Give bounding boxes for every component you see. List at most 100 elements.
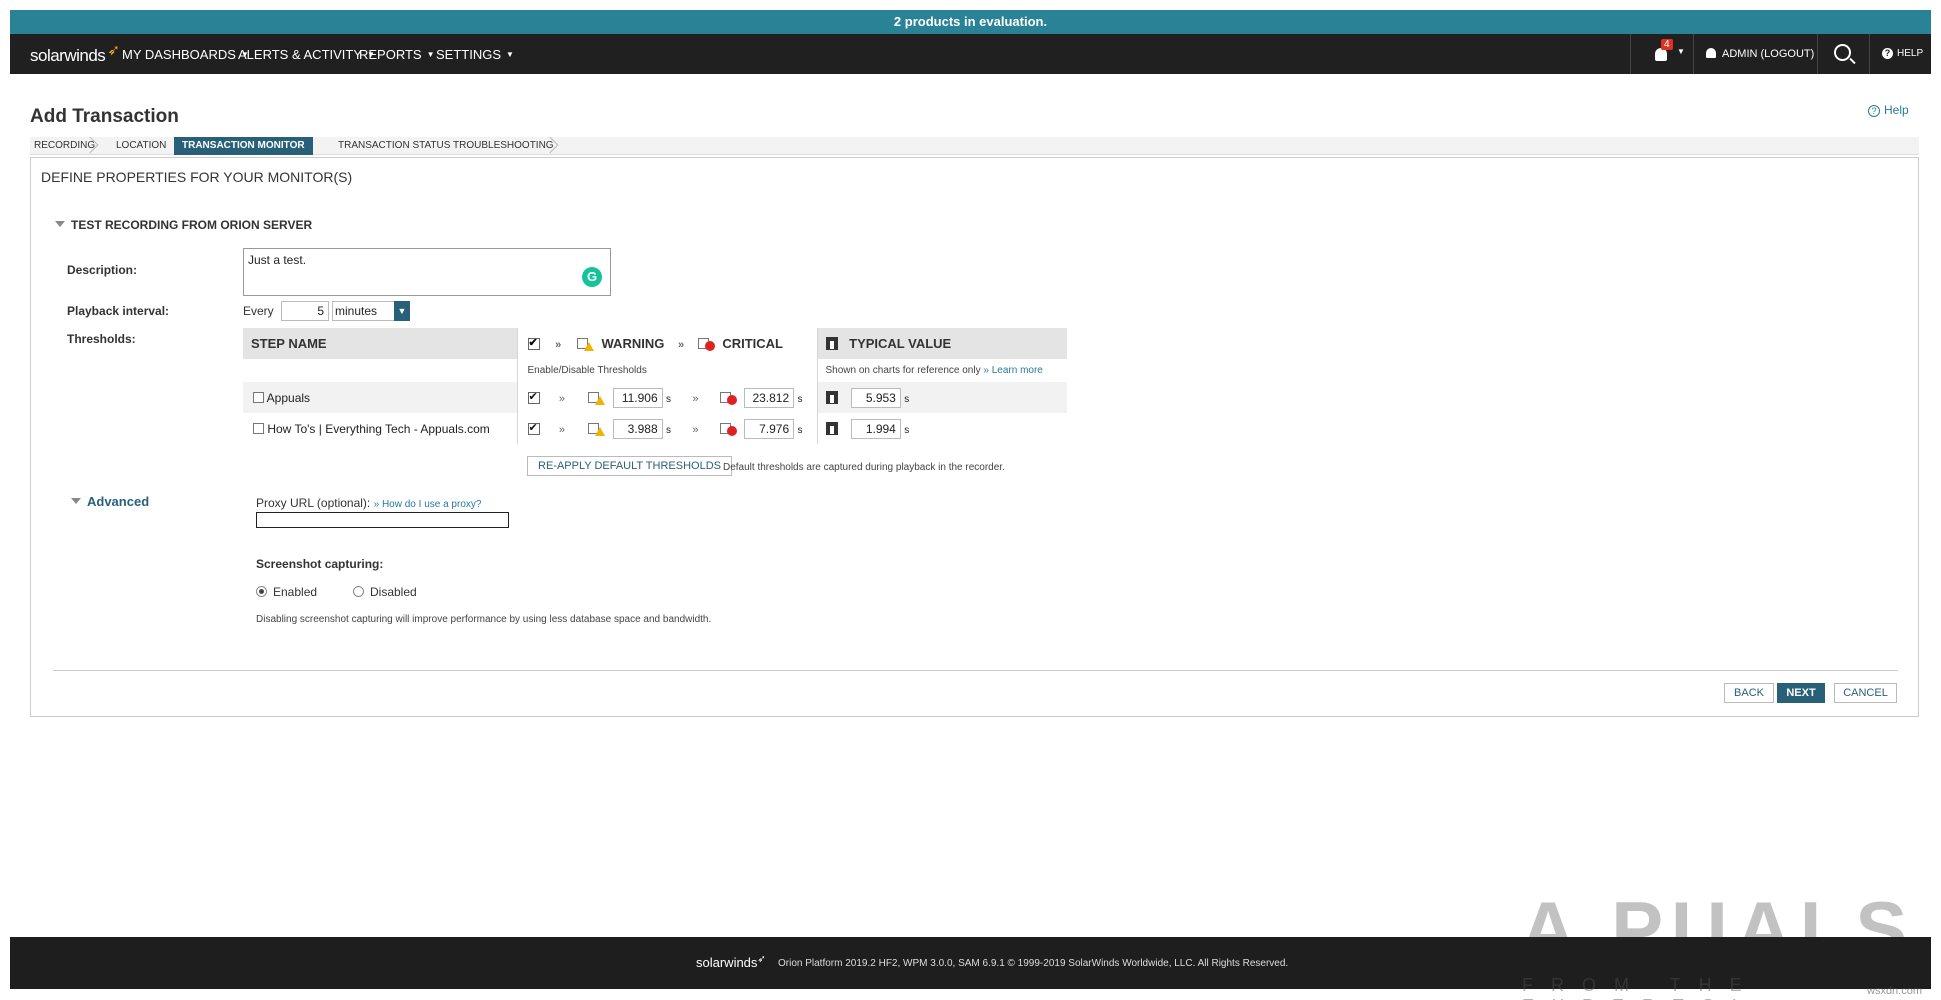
user-icon (1706, 48, 1716, 58)
every-label: Every (243, 304, 274, 318)
typical-input[interactable]: 1.994 (850, 418, 901, 439)
footer-brand: solarwinds (696, 955, 758, 970)
proxy-help-link[interactable]: » How do I use a proxy? (374, 499, 482, 510)
typical-input[interactable]: 5.953 (850, 387, 901, 408)
caret-down-icon: ▼ (506, 50, 514, 59)
search-button[interactable] (1817, 34, 1869, 74)
enable-all-checkbox[interactable] (527, 336, 540, 350)
monitor-properties-panel: DEFINE PROPERTIES FOR YOUR MONITOR(S) TE… (30, 157, 1919, 717)
step-name-cell: Appuals (243, 382, 517, 413)
logo-bird-icon: ➶ (757, 954, 766, 965)
critical-icon (726, 394, 737, 405)
help-link[interactable]: ? Help (1868, 103, 1909, 117)
reapply-thresholds-button[interactable]: RE-APPLY DEFAULT THRESHOLDS (527, 456, 732, 476)
help-label: HELP (1897, 48, 1924, 59)
admin-logout-button[interactable]: ADMIN (LOGOUT) (1693, 34, 1817, 74)
footer-copyright: Orion Platform 2019.2 HF2, WPM 3.0.0, SA… (778, 958, 1289, 969)
threshold-cell: » 11.906 s » 23.812 s (516, 382, 818, 413)
brand-text: solarwinds (30, 46, 106, 65)
warning-input[interactable]: 3.988 (612, 418, 663, 439)
critical-header: CRITICAL (722, 336, 784, 351)
group-header[interactable]: TEST RECORDING FROM ORION SERVER (55, 218, 312, 232)
typical-header-label: TYPICAL VALUE (849, 336, 952, 351)
footer-logo: solarwinds➶ (696, 954, 766, 970)
threshold-header: » WARNING » CRITICAL (516, 328, 818, 359)
radio-icon (353, 586, 364, 597)
nav-settings[interactable]: SETTINGS ▼ (436, 47, 514, 62)
interval-input[interactable]: 5 (281, 301, 329, 321)
disabled-label: Disabled (370, 585, 417, 599)
arrow-icon: » (692, 423, 699, 436)
help-button[interactable]: ? HELP (1869, 34, 1931, 74)
notification-count: 4 (1661, 39, 1673, 50)
enable-disable-note: Enable/Disable Thresholds (516, 359, 818, 382)
next-button[interactable]: NEXT (1777, 683, 1825, 703)
subheader-empty (243, 359, 517, 382)
unit-label: s (797, 393, 803, 405)
step-name: Appuals (266, 390, 311, 405)
enable-threshold-checkbox[interactable] (527, 390, 540, 404)
step-name-header: STEP NAME (243, 328, 517, 359)
question-icon: ? (1882, 48, 1893, 59)
logo-bird-icon: ➶ (107, 42, 120, 59)
critical-input[interactable]: 7.976 (744, 418, 795, 439)
typical-cell: 5.953 s (817, 382, 1067, 413)
nav-reports[interactable]: REPORTS ▼ (359, 47, 435, 62)
radio-selected-icon (256, 586, 267, 597)
critical-input[interactable]: 23.812 (744, 387, 795, 408)
cancel-button[interactable]: CANCEL (1834, 683, 1897, 703)
learn-more-link[interactable]: » Learn more (983, 365, 1042, 376)
question-icon: ? (1868, 105, 1880, 117)
proxy-url-input[interactable] (256, 512, 509, 528)
unit-label: s (904, 393, 910, 405)
warning-icon (583, 342, 594, 351)
collapse-triangle-icon (55, 221, 65, 227)
description-field[interactable]: Just a test. G (243, 248, 611, 296)
section-title: DEFINE PROPERTIES FOR YOUR MONITOR(S) (41, 169, 353, 185)
watermark-site: wsxdn.com (1867, 985, 1923, 997)
step-icon (253, 391, 264, 403)
arrow-icon: » (692, 392, 699, 405)
typical-value-icon (825, 421, 838, 435)
description-label: Description: (67, 263, 138, 277)
wizard-step-location[interactable]: LOCATION (114, 137, 166, 155)
caret-down-icon: ▼ (1677, 47, 1685, 56)
enable-threshold-checkbox[interactable] (527, 421, 540, 435)
admin-label: ADMIN (LOGOUT) (1722, 48, 1815, 60)
warning-icon (595, 395, 606, 405)
screenshot-disabled-radio[interactable]: Disabled (353, 585, 417, 599)
proxy-label-text: Proxy URL (optional): (256, 496, 371, 510)
page-title: Add Transaction (30, 106, 179, 127)
step-icon (253, 422, 264, 434)
screenshot-note: Disabling screenshot capturing will impr… (256, 614, 712, 625)
grammarly-icon[interactable]: G (582, 267, 602, 287)
wizard-step-status-troubleshooting[interactable]: TRANSACTION STATUS TROUBLESHOOTING (336, 137, 554, 155)
group-title: TEST RECORDING FROM ORION SERVER (71, 218, 313, 232)
thresholds-table: STEP NAME » WARNING » CRITICAL TYPICAL V… (243, 328, 1067, 444)
nav-alerts-activity[interactable]: ALERTS & ACTIVITY ▼ (238, 47, 375, 62)
solarwinds-logo[interactable]: solarwinds ➶ (30, 42, 120, 66)
critical-icon (726, 425, 737, 436)
description-value: Just a test. (248, 253, 307, 267)
interval-unit-select[interactable]: minutes ▼ (332, 301, 410, 321)
advanced-title: Advanced (87, 494, 150, 509)
top-navigation: solarwinds ➶ MY DASHBOARDS ▼ ALERTS & ACTI… (10, 34, 1931, 74)
unit-label: s (666, 393, 671, 405)
typical-value-icon (825, 390, 838, 404)
caret-down-icon: ▼ (426, 50, 435, 59)
arrow-icon: » (558, 392, 565, 405)
warning-input[interactable]: 11.906 (612, 387, 663, 408)
unit-label: s (797, 424, 803, 436)
divider (53, 670, 1898, 671)
advanced-toggle[interactable]: Advanced (71, 494, 149, 509)
back-button[interactable]: BACK (1724, 683, 1774, 703)
notifications-button[interactable]: 4 ▼ (1630, 34, 1692, 74)
wizard-step-transaction-monitor[interactable]: TRANSACTION MONITOR (174, 137, 313, 155)
nav-my-dashboards[interactable]: MY DASHBOARDS ▼ (122, 47, 249, 62)
arrow-icon: » (555, 339, 562, 351)
evaluation-banner[interactable]: 2 products in evaluation. (10, 10, 1931, 34)
search-icon-handle (1849, 57, 1856, 65)
screenshot-enabled-radio[interactable]: Enabled (256, 585, 317, 599)
step-name: How To's | Everything Tech - Appuals.com (267, 421, 490, 436)
table-row: How To's | Everything Tech - Appuals.com… (243, 413, 1067, 444)
